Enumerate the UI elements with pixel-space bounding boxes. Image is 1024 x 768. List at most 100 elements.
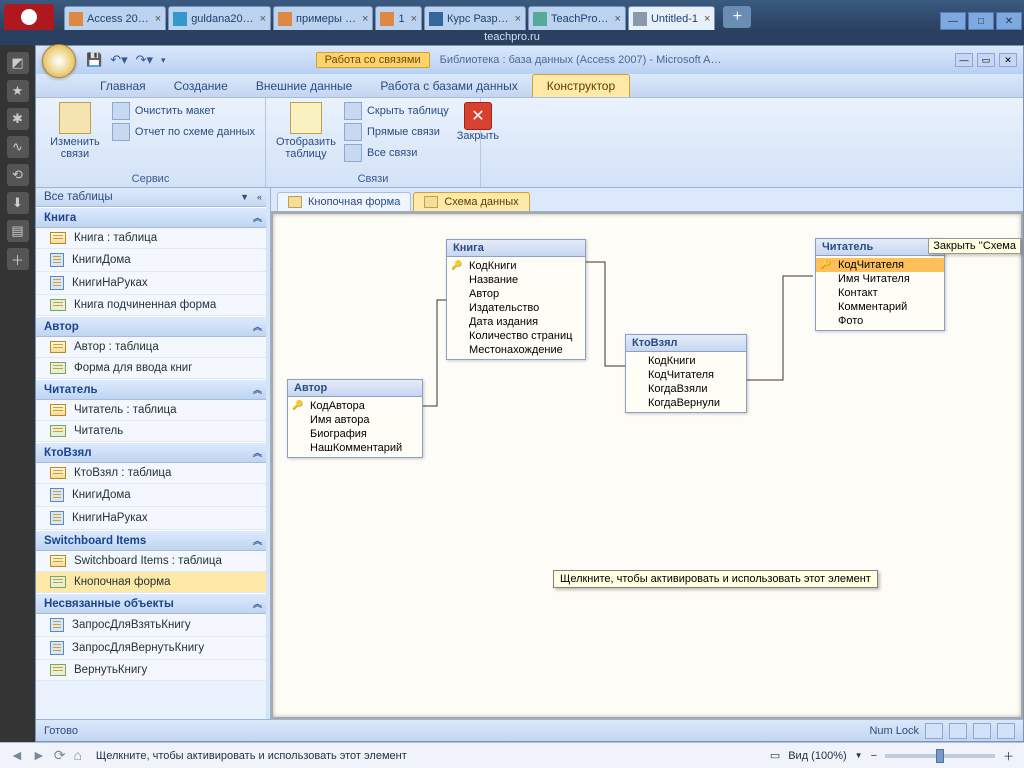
qat-customize-icon[interactable]: ▾ — [161, 55, 166, 66]
table-field[interactable]: КогдаВзяли — [626, 382, 746, 396]
new-tab-button[interactable]: + — [723, 6, 751, 28]
table-field[interactable]: НашКомментарий — [288, 441, 422, 455]
nav-group-header[interactable]: Switchboard Items︽ — [36, 530, 270, 551]
view-button-2[interactable] — [949, 723, 967, 739]
nav-item[interactable]: Switchboard Items : таблица — [36, 551, 270, 572]
close-tab-icon[interactable]: × — [515, 13, 521, 25]
view-button-3[interactable] — [973, 723, 991, 739]
nav-item[interactable]: ЗапросДляВернутьКнигу — [36, 637, 270, 660]
table-field[interactable]: Комментарий — [816, 300, 944, 314]
nav-collapse-icon[interactable]: « — [257, 192, 262, 202]
ribbon-tab[interactable]: Главная — [86, 75, 160, 97]
office-button[interactable] — [42, 44, 76, 78]
document-tab[interactable]: Кнопочная форма — [277, 192, 411, 211]
table-field[interactable]: Название — [447, 273, 585, 287]
table-field[interactable]: Дата издания — [447, 315, 585, 329]
collapse-icon[interactable]: ︽ — [253, 446, 262, 459]
close-tab-icon[interactable]: × — [411, 13, 417, 25]
schema-report-button[interactable]: Отчет по схеме данных — [112, 123, 255, 141]
table-field[interactable]: Имя Читателя — [816, 272, 944, 286]
browser-tab[interactable]: Access 20…× — [64, 6, 166, 30]
relationships-canvas[interactable]: АвторКодАвтораИмя автораБиографияНашКомм… — [271, 212, 1023, 719]
nav-item[interactable]: КтоВзял : таблица — [36, 463, 270, 484]
minimize-button[interactable]: — — [940, 12, 966, 30]
nav-group-header[interactable]: Несвязанные объекты︽ — [36, 593, 270, 614]
maximize-button[interactable]: □ — [968, 12, 994, 30]
table-field[interactable]: Биография — [288, 427, 422, 441]
table-box-kniga[interactable]: КнигаКодКнигиНазваниеАвторИздательствоДа… — [446, 239, 586, 360]
table-box-kto[interactable]: КтоВзялКодКнигиКодЧитателяКогдаВзялиКогд… — [625, 334, 747, 413]
table-field[interactable]: Фото — [816, 314, 944, 328]
table-field[interactable]: Местонахождение — [447, 343, 585, 357]
nav-item[interactable]: Кнопочная форма — [36, 572, 270, 593]
ribbon-tab[interactable]: Конструктор — [532, 74, 630, 97]
reload-icon[interactable]: ⟳ — [54, 747, 66, 764]
back-icon[interactable]: ◄ — [10, 747, 24, 764]
show-table-button[interactable]: Отобразить таблицу — [276, 102, 336, 160]
add-panel-icon[interactable]: ＋ — [7, 248, 29, 270]
widgets-icon[interactable]: ✱ — [7, 108, 29, 130]
collapse-icon[interactable]: ︽ — [253, 597, 262, 610]
table-field[interactable]: Имя автора — [288, 413, 422, 427]
nav-item[interactable]: Читатель — [36, 421, 270, 442]
inner-restore-button[interactable]: ▭ — [977, 53, 995, 67]
table-field[interactable]: КодЧитателя — [816, 258, 944, 272]
nav-item[interactable]: КнигиНаРуках — [36, 507, 270, 530]
nav-item[interactable]: КнигиНаРуках — [36, 272, 270, 295]
nav-group-header[interactable]: Книга︽ — [36, 207, 270, 228]
nav-item[interactable]: ВернутьКнигу — [36, 660, 270, 681]
close-tab-icon[interactable]: × — [362, 13, 368, 25]
undo-icon[interactable]: ↶▾ — [110, 52, 127, 68]
inner-close-button[interactable]: ✕ — [999, 53, 1017, 67]
table-field[interactable]: Количество страниц — [447, 329, 585, 343]
browser-tab[interactable]: Untitled-1× — [628, 6, 716, 30]
nav-group-header[interactable]: Автор︽ — [36, 316, 270, 337]
close-relationships-button[interactable]: ✕ Закрыть — [457, 102, 499, 142]
close-tab-icon[interactable]: × — [155, 13, 161, 25]
all-relations-button[interactable]: Все связи — [344, 144, 449, 162]
browser-tab[interactable]: TeachPro…× — [528, 6, 626, 30]
panel-icon[interactable]: ◩ — [7, 52, 29, 74]
hide-table-button[interactable]: Скрыть таблицу — [344, 102, 449, 120]
collapse-icon[interactable]: ︽ — [253, 320, 262, 333]
browser-tab[interactable]: 1× — [375, 6, 422, 30]
nav-item[interactable]: КнигиДома — [36, 249, 270, 272]
nav-group-header[interactable]: КтоВзял︽ — [36, 442, 270, 463]
table-field[interactable]: Издательство — [447, 301, 585, 315]
nav-item[interactable]: ЗапросДляВзятьКнигу — [36, 614, 270, 637]
opera-menu-button[interactable] — [4, 4, 54, 30]
table-field[interactable]: КодЧитателя — [626, 368, 746, 382]
close-tab-icon[interactable]: × — [615, 13, 621, 25]
nav-item[interactable]: Книга подчиненная форма — [36, 295, 270, 316]
close-tab-icon[interactable]: × — [704, 13, 710, 25]
nav-header[interactable]: Все таблицы ▼ « — [36, 188, 270, 207]
redo-icon[interactable]: ↷▾ — [136, 52, 153, 68]
table-field[interactable]: КогдаВернули — [626, 396, 746, 410]
table-field[interactable]: Автор — [447, 287, 585, 301]
table-box-header[interactable]: Автор — [288, 380, 422, 397]
close-tab-icon[interactable]: × — [260, 13, 266, 25]
document-tab[interactable]: Схема данных — [413, 192, 529, 211]
table-box-header[interactable]: Книга — [447, 240, 585, 257]
collapse-icon[interactable]: ︽ — [253, 211, 262, 224]
zoom-slider[interactable] — [885, 754, 995, 758]
ribbon-tab[interactable]: Работа с базами данных — [366, 75, 531, 97]
forward-icon[interactable]: ► — [32, 747, 46, 764]
table-box-header[interactable]: Читатель — [816, 239, 944, 256]
ribbon-tab[interactable]: Создание — [160, 75, 242, 97]
home-icon[interactable]: ⌂ — [73, 747, 81, 764]
direct-relations-button[interactable]: Прямые связи — [344, 123, 449, 141]
nav-item[interactable]: Книга : таблица — [36, 228, 270, 249]
nav-item[interactable]: Читатель : таблица — [36, 400, 270, 421]
clear-layout-button[interactable]: Очистить макет — [112, 102, 255, 120]
view-button-1[interactable] — [925, 723, 943, 739]
collapse-icon[interactable]: ︽ — [253, 383, 262, 396]
inner-minimize-button[interactable]: — — [955, 53, 973, 67]
table-box-avtor[interactable]: АвторКодАвтораИмя автораБиографияНашКомм… — [287, 379, 423, 458]
zoom-in-icon[interactable]: ＋ — [1003, 748, 1014, 764]
browser-tab[interactable]: Курс Разр…× — [424, 6, 526, 30]
fit-icon[interactable]: ▭ — [770, 749, 780, 762]
nav-dropdown-icon[interactable]: ▼ — [240, 192, 249, 202]
zoom-out-icon[interactable]: − — [871, 750, 877, 762]
table-box-header[interactable]: КтоВзял — [626, 335, 746, 352]
